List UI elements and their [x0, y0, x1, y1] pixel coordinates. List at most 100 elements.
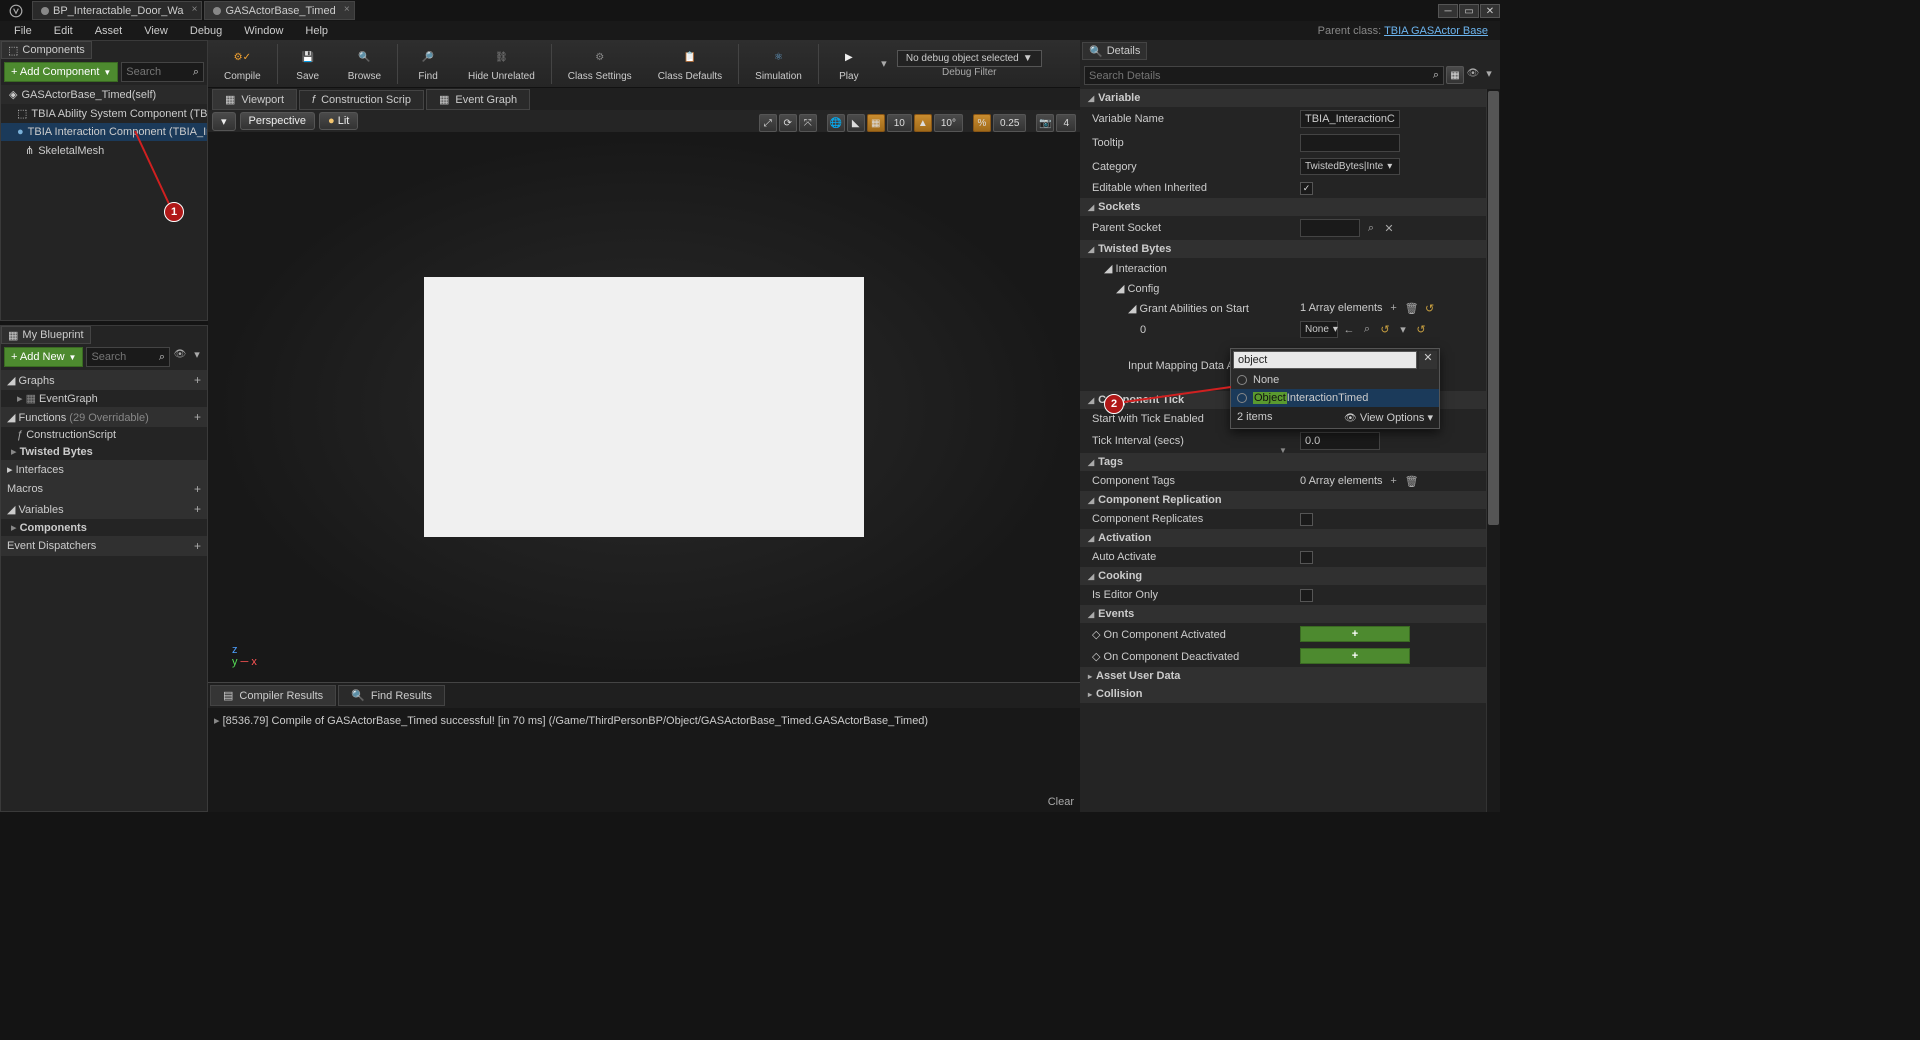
sub-interaction[interactable]: ◢ Interaction: [1080, 262, 1300, 275]
world-local-toggle[interactable]: 🌐: [827, 114, 845, 132]
category-sockets[interactable]: ◢Sockets: [1080, 198, 1486, 216]
details-body[interactable]: ◢Variable Variable Name Tooltip Category…: [1080, 89, 1486, 812]
simulation-button[interactable]: ⚛ Simulation: [743, 43, 814, 84]
category-variable[interactable]: ◢Variable: [1080, 89, 1486, 107]
viewport-canvas[interactable]: z y ─ x: [208, 132, 1080, 682]
camera-speed-button[interactable]: 📷: [1036, 114, 1054, 132]
property-matrix-button[interactable]: ▦: [1446, 66, 1464, 84]
surface-snap-button[interactable]: ◣: [847, 114, 865, 132]
tab-construction[interactable]: f Construction Scrip: [299, 90, 424, 110]
add-element-icon[interactable]: +: [1387, 301, 1401, 315]
close-window-button[interactable]: ✕: [1480, 4, 1500, 18]
chevron-down-icon[interactable]: ▾: [190, 347, 204, 361]
category-cooking[interactable]: ◢Cooking: [1080, 567, 1486, 585]
sub-config[interactable]: ◢ Config: [1080, 282, 1300, 295]
tab-event-graph[interactable]: ▦ Event Graph: [426, 89, 530, 110]
class-defaults-button[interactable]: 📋 Class Defaults: [646, 43, 734, 84]
perspective-button[interactable]: Perspective: [240, 112, 315, 130]
components-search[interactable]: ⌕: [121, 62, 204, 82]
trash-icon[interactable]: 🗑: [1405, 301, 1419, 315]
camera-speed-value[interactable]: 4: [1056, 114, 1076, 132]
auto-activate-checkbox[interactable]: [1300, 551, 1313, 564]
prop-grant-abilities[interactable]: ◢ Grant Abilities on Start: [1080, 302, 1300, 315]
variables-components[interactable]: ▸ Components: [1, 519, 207, 536]
menu-window[interactable]: Window: [234, 23, 293, 39]
details-search-input[interactable]: [1089, 70, 1433, 82]
file-tab-bp-door[interactable]: BP_Interactable_Door_Wa ×: [32, 1, 202, 20]
blueprint-search[interactable]: ⌕: [86, 347, 170, 367]
add-element-icon[interactable]: +: [1387, 474, 1401, 488]
replicates-checkbox[interactable]: [1300, 513, 1313, 526]
function-twisted-bytes[interactable]: ▸ Twisted Bytes: [1, 443, 207, 460]
details-tab[interactable]: 🔍 Details: [1082, 42, 1147, 60]
asset-option-object-interaction[interactable]: ObjectInteractionTimed: [1231, 389, 1439, 407]
function-construction[interactable]: ƒ ConstructionScript: [1, 427, 207, 443]
variable-name-input[interactable]: [1300, 110, 1400, 128]
details-scrollbar[interactable]: [1486, 89, 1500, 812]
angle-snap-button[interactable]: ▲: [914, 114, 932, 132]
category-tags[interactable]: ◢Tags: [1080, 453, 1486, 471]
compiler-log[interactable]: ▸ [8536.79] Compile of GASActorBase_Time…: [208, 708, 1080, 812]
component-interaction[interactable]: ● TBIA Interaction Component (TBIA_Inter…: [1, 123, 207, 141]
menu-file[interactable]: File: [4, 23, 42, 39]
viewport-options-dropdown[interactable]: ▾: [212, 112, 236, 131]
section-functions[interactable]: ◢ Functions (29 Overridable) +: [1, 407, 207, 427]
add-component-button[interactable]: + Add Component ▼: [4, 62, 118, 82]
component-root[interactable]: ◈ GASActorBase_Timed(self): [1, 85, 207, 104]
chevron-down-icon[interactable]: ▾: [1482, 66, 1496, 80]
section-variables[interactable]: ◢ Variables +: [1, 499, 207, 519]
eye-icon[interactable]: [173, 347, 187, 361]
add-new-button[interactable]: + Add New ▼: [4, 347, 83, 367]
scale-mode-button[interactable]: ⤧: [799, 114, 817, 132]
grid-snap-button[interactable]: ▦: [867, 114, 885, 132]
add-icon[interactable]: +: [194, 373, 201, 387]
browse-button[interactable]: 🔍 Browse: [336, 43, 393, 84]
menu-asset[interactable]: Asset: [85, 23, 133, 39]
details-search[interactable]: ⌕: [1084, 66, 1444, 85]
tab-find-results[interactable]: 🔍 Find Results: [338, 685, 445, 706]
graph-eventgraph[interactable]: ▸ ▦ EventGraph: [1, 390, 207, 407]
section-macros[interactable]: Macros +: [1, 479, 207, 499]
asset-search-input[interactable]: [1233, 351, 1417, 369]
add-icon[interactable]: +: [194, 482, 201, 496]
blueprint-search-input[interactable]: [91, 351, 158, 363]
scale-snap-value[interactable]: 0.25: [993, 114, 1026, 132]
tick-interval-input[interactable]: [1300, 432, 1380, 450]
editor-only-checkbox[interactable]: [1300, 589, 1313, 602]
reset-icon[interactable]: ↺: [1414, 323, 1428, 337]
close-icon[interactable]: ×: [192, 4, 198, 15]
find-button[interactable]: 🔎 Find: [402, 43, 454, 84]
compile-button[interactable]: ⚙✓ Compile: [212, 43, 273, 84]
array-element-dropdown[interactable]: None▾: [1300, 321, 1338, 338]
expand-arrow-icon[interactable]: ▼: [1279, 446, 1287, 455]
reset-icon[interactable]: ↺: [1378, 323, 1392, 337]
file-tab-gasactor[interactable]: GASActorBase_Timed ×: [204, 1, 354, 20]
category-asset-user-data[interactable]: ▸Asset User Data: [1080, 667, 1486, 685]
parent-class-link[interactable]: TBIA GASActor Base: [1384, 25, 1488, 37]
play-dropdown[interactable]: ▾: [877, 57, 891, 71]
parent-socket-input[interactable]: [1300, 219, 1360, 237]
menu-view[interactable]: View: [134, 23, 178, 39]
tooltip-input[interactable]: [1300, 134, 1400, 152]
category-replication[interactable]: ◢Component Replication: [1080, 491, 1486, 509]
eye-icon[interactable]: [1466, 66, 1480, 80]
add-activated-event-button[interactable]: +: [1300, 626, 1410, 642]
my-blueprint-tab[interactable]: ▦ My Blueprint: [1, 326, 91, 344]
element-menu-icon[interactable]: ▾: [1396, 323, 1410, 337]
minimize-button[interactable]: ─: [1438, 4, 1458, 18]
menu-help[interactable]: Help: [295, 23, 338, 39]
add-icon[interactable]: +: [194, 502, 201, 516]
angle-snap-value[interactable]: 10°: [934, 114, 963, 132]
close-icon[interactable]: ×: [344, 4, 350, 15]
hide-unrelated-button[interactable]: ⛓ Hide Unrelated: [456, 43, 547, 84]
select-mode-button[interactable]: ⤢: [759, 114, 777, 132]
browse-icon[interactable]: ⌕: [1360, 323, 1374, 337]
components-search-input[interactable]: [126, 66, 193, 78]
search-icon[interactable]: ⌕: [1364, 221, 1378, 235]
tab-compiler-results[interactable]: ▤ Compiler Results: [210, 685, 336, 706]
view-options-dropdown[interactable]: View Options ▾: [1344, 411, 1433, 424]
component-ability-system[interactable]: ⬚ TBIA Ability System Component (TBIA_Al: [1, 104, 207, 123]
scrollbar-thumb[interactable]: [1488, 91, 1499, 525]
trash-icon[interactable]: 🗑: [1405, 474, 1419, 488]
transform-mode-button[interactable]: ⟳: [779, 114, 797, 132]
